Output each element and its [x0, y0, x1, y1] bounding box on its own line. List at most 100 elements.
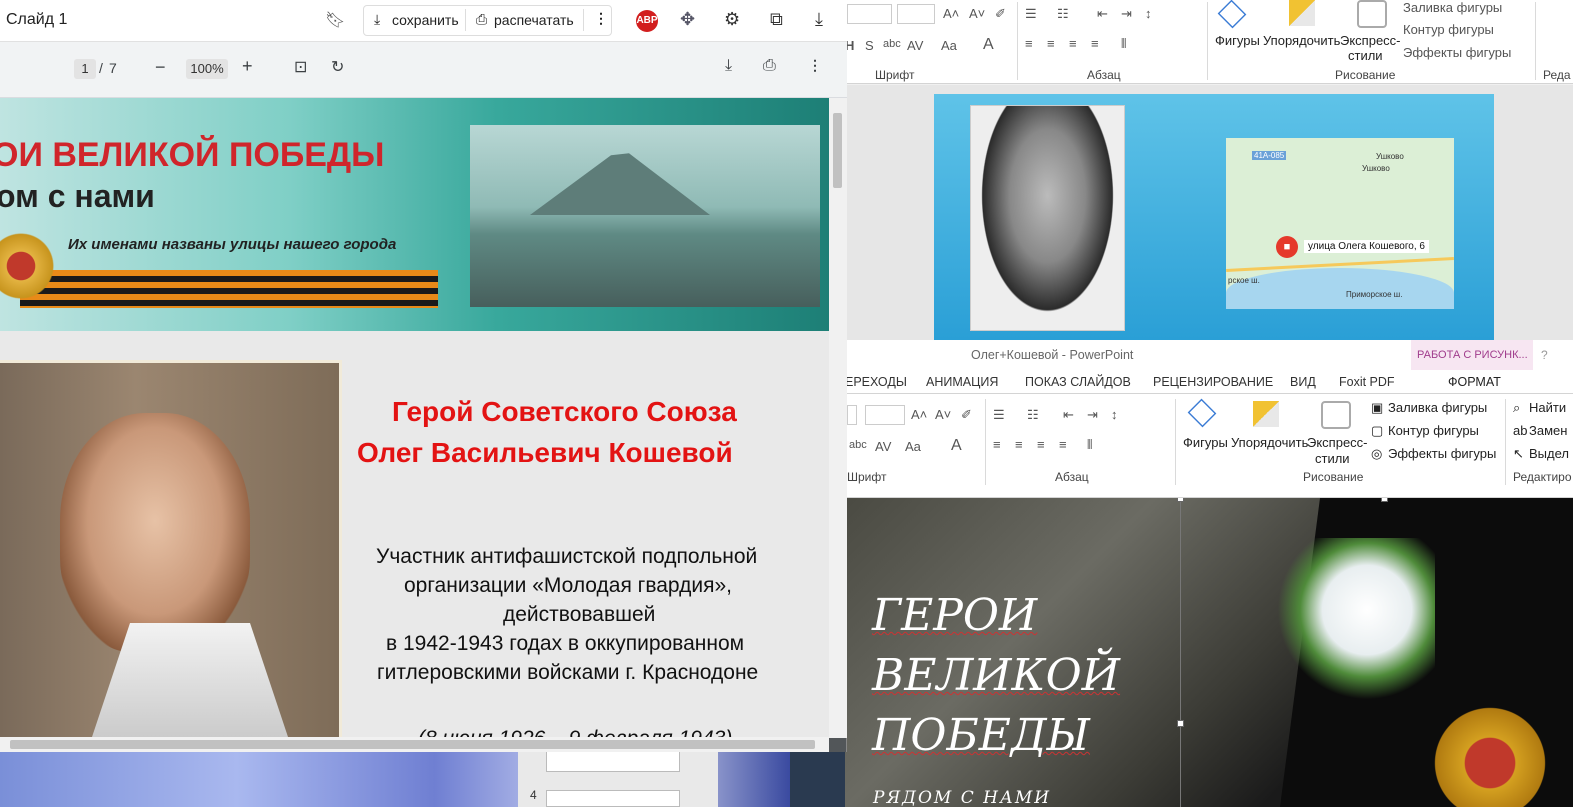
slide-title[interactable]: ГЕРОИ ВЕЛИКОЙ ПОБЕДЫ [872, 586, 1120, 766]
columns-icon[interactable]: ⫴ [1121, 36, 1126, 52]
find-icon[interactable]: ⌕ [1513, 400, 1520, 416]
more-menu-icon[interactable]: ⋮ [594, 10, 608, 27]
rotate-icon[interactable]: ↻ [331, 57, 344, 77]
extensions-puzzle-icon[interactable]: ⚙ [724, 9, 740, 30]
vertical-scrollbar[interactable] [829, 98, 847, 738]
fit-page-icon[interactable]: ⊡ [294, 57, 307, 77]
download-icon[interactable]: ⤓ [374, 11, 380, 28]
spacing-icon[interactable]: AV [907, 38, 923, 53]
strike-icon[interactable]: abc [849, 439, 867, 451]
align-left-icon[interactable]: ≡ [993, 437, 1001, 452]
slide-canvas[interactable]: Ушково Ушково 41А-085 ■ улица Олега Коше… [934, 94, 1494, 340]
shapes-icon[interactable] [1217, 0, 1247, 29]
case-icon[interactable]: Aa [905, 439, 921, 454]
shape-effects-icon[interactable]: ◎ [1371, 446, 1382, 462]
quick-styles-line2[interactable]: стили [1348, 48, 1383, 63]
tab-slideshow[interactable]: ПОКАЗ СЛАЙДОВ [1025, 375, 1131, 389]
arrange-button[interactable]: Упорядочить [1231, 435, 1308, 450]
align-left-icon[interactable]: ≡ [1025, 36, 1033, 51]
resize-handle[interactable] [1177, 720, 1184, 727]
quick-styles-line1[interactable]: Экспресс- [1307, 435, 1368, 450]
shape-fill-button[interactable]: Заливка фигуры [1388, 400, 1487, 415]
line-spacing-icon[interactable]: ↕ [1111, 407, 1118, 422]
reading-list-icon[interactable]: ⧉ [770, 9, 783, 30]
extension-robot-icon[interactable]: ✥ [680, 9, 695, 30]
zoom-level-input[interactable]: 100% [186, 59, 228, 79]
indent-icon[interactable]: ⇤ [1097, 6, 1108, 22]
downloads-icon[interactable]: ⤓ [815, 9, 823, 30]
indent-icon[interactable]: ⇤ [1063, 407, 1074, 423]
arrange-icon[interactable] [1253, 401, 1279, 427]
font-color-icon[interactable]: A [951, 437, 962, 455]
tab-view[interactable]: ВИД [1290, 375, 1316, 389]
replace-button[interactable]: Замен [1529, 423, 1567, 438]
font-name-box[interactable] [847, 405, 857, 425]
slide-thumbnail[interactable] [546, 750, 680, 772]
horizontal-scrollbar[interactable] [0, 737, 829, 752]
page-number-input[interactable]: 1 [74, 59, 96, 79]
align-center-icon[interactable]: ≡ [1015, 437, 1023, 452]
tab-review[interactable]: РЕЦЕНЗИРОВАНИЕ [1153, 375, 1273, 389]
align-right-icon[interactable]: ≡ [1069, 36, 1077, 51]
shape-effects-button[interactable]: Эффекты фигуры [1403, 45, 1511, 60]
shape-outline-icon[interactable]: ▢ [1371, 423, 1383, 439]
map-image[interactable]: Ушково Ушково 41А-085 ■ улица Олега Коше… [1226, 138, 1454, 309]
grow-font-icon[interactable]: A˄ [911, 407, 927, 422]
zoom-out-icon[interactable]: − [155, 57, 166, 78]
shapes-button[interactable]: Фигуры [1215, 33, 1260, 48]
shape-effects-button[interactable]: Эффекты фигуры [1388, 446, 1496, 461]
zoom-in-icon[interactable]: + [242, 56, 253, 77]
portrait-photo[interactable] [970, 105, 1125, 331]
shapes-icon[interactable] [1187, 398, 1217, 428]
outdent-icon[interactable]: ⇥ [1121, 6, 1132, 22]
pdf-viewer-window[interactable]: Слайд 1 🔖︎ ⤓ сохранить ⎙ распечатать ⋮ A… [0, 0, 847, 752]
strike-icon[interactable]: abc [883, 38, 901, 50]
find-button[interactable]: Найти [1529, 400, 1566, 415]
resize-handle[interactable] [1177, 498, 1184, 502]
print-icon[interactable]: ⎙ [763, 57, 776, 75]
flowers-image[interactable] [1265, 538, 1435, 718]
line-spacing-icon[interactable]: ↕ [1145, 6, 1152, 21]
bookmark-icon[interactable]: 🔖︎ [325, 10, 345, 30]
case-icon[interactable]: Aa [941, 38, 957, 53]
order-star-image[interactable] [1415, 698, 1565, 807]
quick-styles-line1[interactable]: Экспресс- [1340, 33, 1401, 48]
adblock-icon[interactable]: ABP [636, 10, 658, 32]
shadow-icon[interactable]: S [865, 38, 874, 53]
numbering-icon[interactable]: ☷ [1027, 407, 1039, 423]
scrollbar-thumb[interactable] [833, 113, 842, 188]
more-options-icon[interactable]: ⋮ [808, 57, 822, 74]
help-icon[interactable]: ? [1541, 348, 1548, 362]
quick-styles-line2[interactable]: стили [1315, 451, 1350, 466]
slide-canvas[interactable]: ГЕРОИ ВЕЛИКОЙ ПОБЕДЫ РЯДОМ С НАМИ [845, 498, 1573, 807]
spacing-icon[interactable]: AV [875, 439, 891, 454]
shapes-button[interactable]: Фигуры [1183, 435, 1228, 450]
shrink-font-icon[interactable]: A˅ [935, 407, 951, 422]
grow-font-icon[interactable]: A˄ [943, 6, 959, 21]
tab-transitions[interactable]: ЕРЕХОДЫ [845, 375, 907, 389]
scrollbar-thumb[interactable] [10, 740, 815, 749]
tab-foxit[interactable]: Foxit PDF [1339, 375, 1395, 389]
shape-fill-icon[interactable]: ▣ [1371, 400, 1383, 416]
resize-handle[interactable] [1381, 498, 1388, 502]
tab-format[interactable]: ФОРМАТ [1448, 375, 1501, 389]
powerpoint-window-main[interactable]: Олег+Кошевой - PowerPoint ? РАБОТА С РИС… [845, 340, 1573, 807]
bullets-icon[interactable]: ☰ [1025, 6, 1037, 22]
bullets-icon[interactable]: ☰ [993, 407, 1005, 423]
slide-thumbnail[interactable] [546, 790, 680, 807]
shape-outline-button[interactable]: Контур фигуры [1403, 22, 1494, 37]
align-right-icon[interactable]: ≡ [1037, 437, 1045, 452]
outdent-icon[interactable]: ⇥ [1087, 407, 1098, 423]
print-button[interactable]: распечатать [494, 12, 574, 28]
download-icon[interactable]: ⤓ [725, 57, 732, 75]
quick-styles-icon[interactable] [1357, 0, 1387, 28]
font-size-box[interactable] [897, 4, 935, 24]
quick-styles-icon[interactable] [1321, 401, 1351, 429]
justify-icon[interactable]: ≡ [1059, 437, 1067, 452]
shrink-font-icon[interactable]: A˅ [969, 6, 985, 21]
tab-animation[interactable]: АНИМАЦИЯ [926, 375, 998, 389]
save-button[interactable]: сохранить [392, 12, 459, 28]
select-button[interactable]: Выдел [1529, 446, 1569, 461]
powerpoint-window-top[interactable]: A˄ A˅ ✐ Н S abc AV Aa A Шрифт ☰ ☷ ⇤ ⇥ ↕ … [845, 0, 1573, 340]
select-icon[interactable]: ↖ [1513, 446, 1524, 462]
